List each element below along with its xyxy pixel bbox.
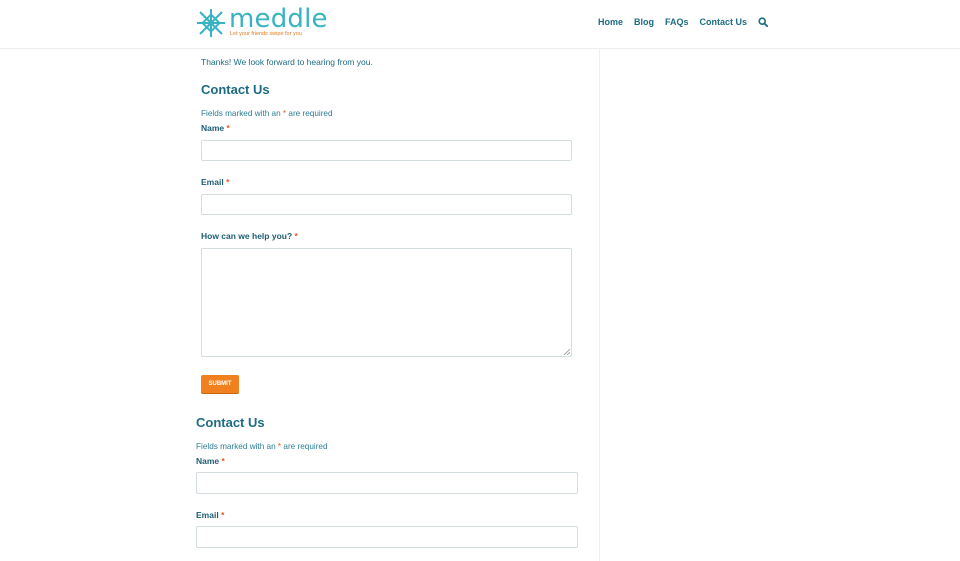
search-icon[interactable]: [758, 17, 768, 27]
required-star: *: [226, 177, 230, 187]
required-star: *: [294, 231, 298, 241]
form-2-title: Contact Us: [196, 415, 265, 430]
form-2-required-note: Fields marked with an * are required: [196, 442, 328, 451]
logo-tagline: Let your friends swipe for you: [230, 31, 302, 37]
resize-grip-icon[interactable]: [564, 349, 570, 355]
required-star: *: [226, 123, 230, 133]
logo-knot-icon: [197, 9, 225, 37]
thanks-message: Thanks! We look forward to hearing from …: [201, 57, 373, 67]
form-1-required-note: Fields marked with an * are required: [201, 109, 333, 118]
required-star: *: [221, 510, 225, 520]
nav-contact-us[interactable]: Contact Us: [699, 17, 747, 27]
required-note-suffix: are required: [281, 442, 328, 451]
required-note-suffix: are required: [286, 109, 333, 118]
form-2-name-label: Name *: [196, 456, 225, 466]
label-text: Email: [201, 177, 224, 187]
logo-wordmark: meddle: [229, 4, 328, 34]
required-star: *: [221, 456, 225, 466]
label-text: Name: [201, 123, 225, 133]
form-1-email-label: Email *: [201, 177, 229, 187]
form-1-message-label: How can we help you? *: [201, 231, 298, 241]
nav-faqs[interactable]: FAQs: [665, 17, 689, 27]
label-text: How can we help you?: [201, 231, 293, 241]
form-1-title: Contact Us: [201, 82, 270, 97]
form-1-name-input[interactable]: [201, 140, 572, 161]
nav-blog[interactable]: Blog: [634, 17, 654, 27]
nav-home[interactable]: Home: [598, 17, 623, 27]
required-note-prefix: Fields marked with an: [201, 109, 283, 118]
form-1-email-input[interactable]: [201, 194, 572, 215]
form-2-name-input[interactable]: [196, 472, 578, 494]
label-text: Email: [196, 510, 219, 520]
sidebar-divider: [599, 48, 600, 561]
form-1-message-textarea[interactable]: [201, 248, 572, 357]
site-header: meddle Let your friends swipe for you Ho…: [0, 0, 960, 49]
required-note-prefix: Fields marked with an: [196, 442, 278, 451]
main-nav: Home Blog FAQs Contact Us: [587, 17, 768, 27]
form-2-email-label: Email *: [196, 510, 224, 520]
form-2-email-input[interactable]: [196, 526, 578, 548]
label-text: Name: [196, 456, 220, 466]
form-1-name-label: Name *: [201, 123, 230, 133]
submit-button[interactable]: SUBMIT: [201, 375, 239, 393]
